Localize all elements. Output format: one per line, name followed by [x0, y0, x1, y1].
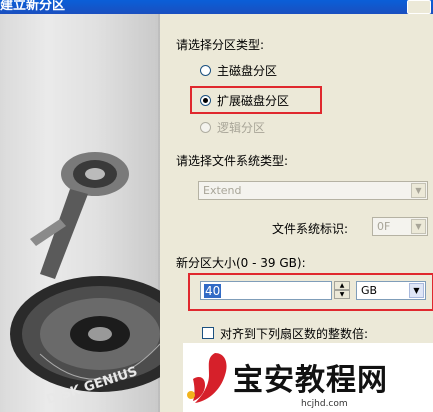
filesystem-id-label: 文件系统标识:: [272, 222, 349, 236]
chevron-down-icon[interactable]: ▼: [411, 219, 426, 234]
spin-up-icon[interactable]: ▲: [334, 281, 350, 290]
partition-type-heading: 请选择分区类型:: [176, 38, 265, 52]
align-label: 对齐到下列扇区数的整数倍:: [220, 326, 369, 341]
close-button[interactable]: [407, 0, 431, 14]
align-checkbox[interactable]: [202, 327, 214, 339]
spin-down-icon[interactable]: ▼: [334, 290, 350, 299]
radio-label: 逻辑分区: [217, 120, 266, 135]
watermark-url: hcjhd.com: [301, 399, 348, 409]
align-checkbox-row[interactable]: 对齐到下列扇区数的整数倍:: [202, 324, 368, 342]
radio-label: 主磁盘分区: [217, 63, 278, 78]
filesystem-type-select[interactable]: Extend ▼: [198, 181, 428, 200]
size-label: 新分区大小(0 - 39 GB):: [176, 256, 306, 270]
disk-genius-banner: DISK GENIUS: [0, 14, 160, 412]
chevron-down-icon[interactable]: ▼: [411, 183, 426, 198]
filesystem-id-select[interactable]: 0F ▼: [372, 217, 428, 236]
radio-icon: [200, 121, 211, 133]
chevron-down-icon[interactable]: ▼: [409, 283, 424, 298]
filesystem-id-value: 0F: [377, 220, 391, 233]
radio-primary-partition[interactable]: 主磁盘分区: [200, 61, 277, 79]
radio-logical-partition[interactable]: 逻辑分区: [200, 118, 265, 136]
filesystem-heading: 请选择文件系统类型:: [176, 154, 289, 168]
partition-size-input[interactable]: 40: [200, 281, 332, 300]
title-bar: 建立新分区: [0, 0, 433, 14]
radio-icon[interactable]: [200, 64, 211, 76]
size-value: 40: [204, 284, 222, 298]
logo-icon: [187, 353, 227, 403]
size-unit-select[interactable]: GB ▼: [356, 281, 426, 300]
size-spinner[interactable]: ▲ ▼: [334, 281, 350, 300]
size-unit-value: GB: [361, 284, 378, 297]
filesystem-type-value: Extend: [203, 184, 242, 197]
watermark: 宝安教程网 hcjhd.com: [183, 343, 433, 412]
window-title: 建立新分区: [0, 0, 66, 13]
watermark-text: 宝安教程网: [233, 363, 388, 398]
highlight-box: [190, 86, 322, 114]
hard-disk-illustration: DISK GENIUS: [8, 14, 160, 412]
